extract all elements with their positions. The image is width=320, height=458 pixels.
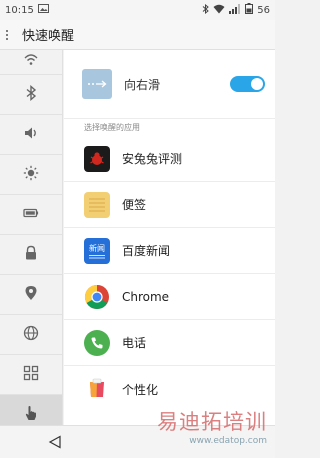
battery-icon (23, 205, 39, 225)
content-panel: 向右滑 选择唤醒的应用 安兔兔评测 便签 新闻 百度新闻 Chrome 电话 个… (64, 50, 275, 425)
sidebar-item-lock[interactable] (0, 235, 62, 275)
app-name: Chrome (122, 289, 170, 304)
sidebar-item-bluetooth[interactable] (0, 75, 62, 115)
sidebar-item-wifi[interactable] (0, 50, 62, 75)
gesture-hand-icon (23, 405, 39, 425)
swipe-right-toggle[interactable] (230, 76, 265, 92)
phone-icon (84, 329, 110, 356)
app-name: 百度新闻 (122, 244, 171, 258)
app-name: 个性化 (122, 382, 159, 397)
app-name: 便签 (122, 198, 147, 212)
sidebar-item-brightness[interactable] (0, 155, 62, 195)
swipe-right-row: 向右滑 (64, 50, 275, 118)
personalize-icon (84, 376, 110, 402)
page-title: 快速唤醒 (22, 29, 75, 44)
wifi-icon (23, 52, 39, 72)
app-item-personalize[interactable]: 个性化 (64, 366, 275, 412)
lock-icon (23, 245, 39, 265)
navigation-bar (0, 425, 275, 458)
sidebar-item-language[interactable] (0, 315, 62, 355)
sidebar-item-volume[interactable] (0, 115, 62, 155)
app-item-phone[interactable]: 电话 (64, 320, 275, 366)
app-item-baidu-news[interactable]: 新闻 百度新闻 (64, 228, 275, 274)
section-label: 选择唤醒的应用 (64, 118, 275, 136)
baidu-news-icon-text: 新闻 (89, 243, 105, 253)
sidebar-item-apps[interactable] (0, 355, 62, 395)
apps-grid-icon (23, 365, 39, 385)
app-item-antutu[interactable]: 安兔兔评测 (64, 136, 275, 182)
battery-status-icon (245, 3, 254, 17)
image-notification-icon (37, 4, 49, 16)
sidebar-item-gesture[interactable] (0, 395, 62, 425)
swipe-right-label: 向右滑 (124, 77, 161, 92)
location-icon (23, 285, 39, 305)
settings-sidebar (0, 50, 63, 425)
sidebar-item-battery[interactable] (0, 195, 62, 235)
app-list: 安兔兔评测 便签 新闻 百度新闻 Chrome 电话 个性化 (64, 136, 275, 412)
baidu-news-icon: 新闻 (84, 237, 110, 264)
app-name: 电话 (122, 336, 147, 350)
globe-icon (23, 325, 39, 345)
brightness-icon (23, 165, 39, 185)
bluetooth-icon (23, 84, 39, 105)
swipe-right-icon (82, 69, 112, 99)
signal-status-icon (229, 3, 241, 17)
app-name: 安兔兔评测 (122, 152, 183, 166)
app-bar: 快速唤醒 (0, 20, 275, 50)
notes-icon (84, 191, 110, 218)
sidebar-item-location[interactable] (0, 275, 62, 315)
battery-level: 56 (257, 4, 270, 16)
volume-icon (23, 125, 39, 145)
antutu-icon (84, 145, 110, 172)
app-item-chrome[interactable]: Chrome (64, 274, 275, 320)
status-time: 10:15 (5, 4, 34, 16)
wifi-status-icon (213, 4, 225, 17)
chrome-icon (84, 284, 110, 310)
app-item-notes[interactable]: 便签 (64, 182, 275, 228)
overflow-menu-icon[interactable] (6, 29, 16, 40)
back-icon[interactable] (48, 434, 62, 453)
bluetooth-status-icon (202, 3, 210, 17)
status-bar: 10:15 56 (0, 0, 275, 20)
